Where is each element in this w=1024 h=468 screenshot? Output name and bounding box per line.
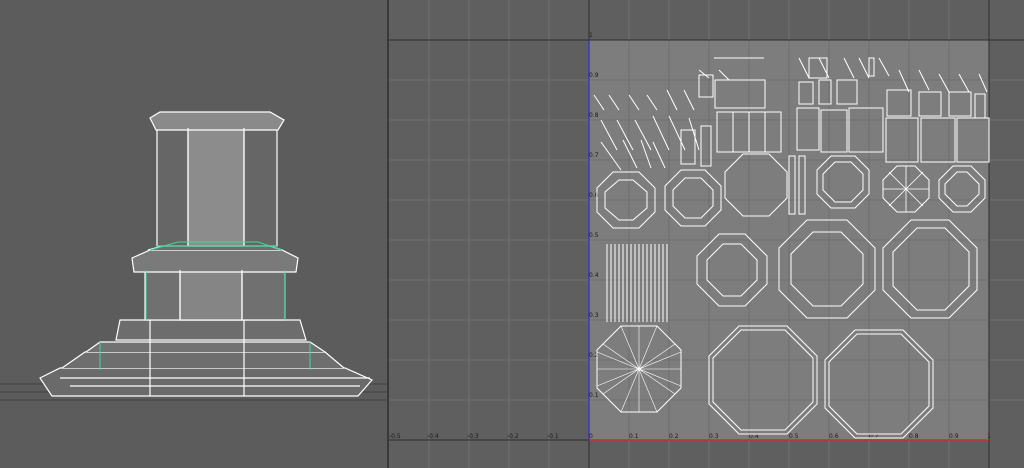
u-tick: -0.4 — [427, 433, 439, 440]
v-tick: 0.8 — [589, 112, 599, 119]
u-tick: 0.9 — [949, 433, 959, 440]
v-tick: 0.9 — [589, 72, 599, 79]
u-tick: 0.5 — [789, 433, 799, 440]
v-tick: 0.7 — [589, 152, 599, 159]
u-tick: -0.5 — [389, 433, 401, 440]
u-tick: -0.1 — [547, 433, 559, 440]
v-tick: 1 — [589, 32, 593, 39]
u-tick: -0.2 — [507, 433, 519, 440]
maya-workspace: 1 0.9 0.8 0.7 0.6 0.5 0.4 0.3 0.2 0.1 -0… — [0, 0, 1024, 468]
v-tick: 0.4 — [589, 272, 599, 279]
u-tick: 0.6 — [829, 433, 839, 440]
u-tick: 0.3 — [709, 433, 719, 440]
u-tick: 0.8 — [909, 433, 919, 440]
v-tick: 0.5 — [589, 232, 599, 239]
v-tick: 0.3 — [589, 312, 599, 319]
u-tick: 0 — [589, 433, 593, 440]
v-tick: 0.1 — [589, 392, 599, 399]
pedestal-mesh[interactable] — [39, 111, 373, 397]
u-tick: 1 — [987, 433, 991, 440]
u-tick: 0.2 — [669, 433, 679, 440]
perspective-viewport[interactable] — [0, 0, 387, 468]
u-tick: -0.3 — [467, 433, 479, 440]
u-tick: 0.1 — [629, 433, 639, 440]
uv-editor-viewport[interactable]: 1 0.9 0.8 0.7 0.6 0.5 0.4 0.3 0.2 0.1 -0… — [389, 0, 1024, 468]
